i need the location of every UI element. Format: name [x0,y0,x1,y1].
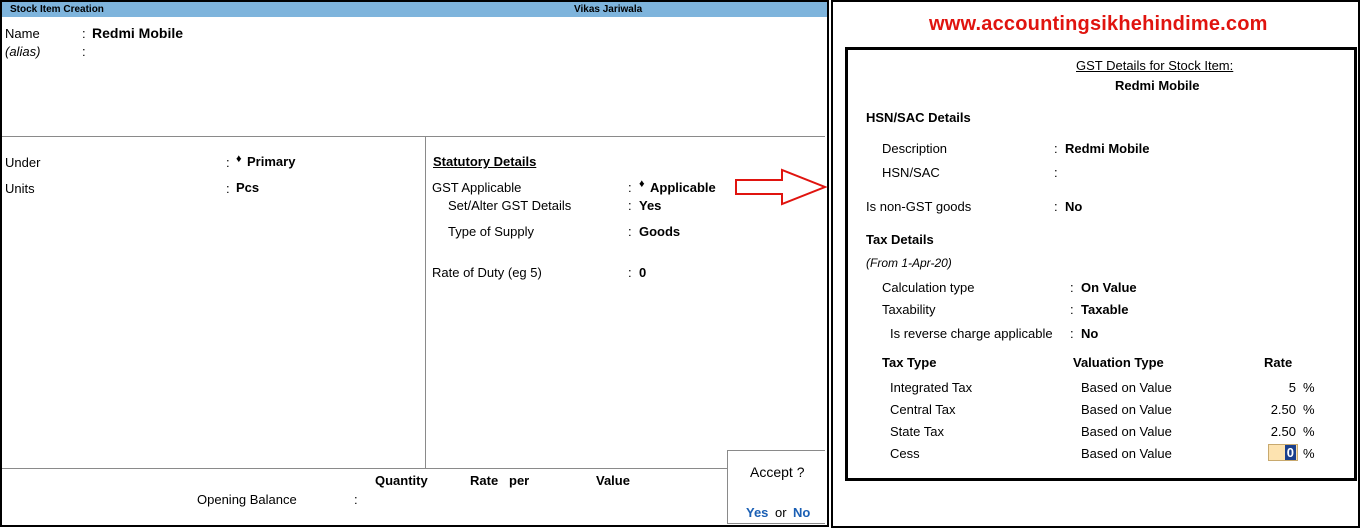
calculation-type-value[interactable]: On Value [1081,280,1137,295]
description-label: Description [882,141,948,156]
alias-input[interactable] [92,44,292,59]
window-titlebar: Stock Item Creation Vikas Jariwala [2,2,827,17]
website-url: www.accountingsikhehindime.com [929,13,1268,35]
opening-balance-label: Opening Balance [197,492,297,507]
reverse-charge-label: Is reverse charge applicable [890,326,1053,341]
gst-applicable-label: GST Applicable [432,180,522,195]
non-gst-goods-label: Is non-GST goods [866,199,972,214]
tax-row-valuation[interactable]: Based on Value [1081,402,1172,417]
taxability-label: Taxability [882,302,936,317]
accept-question: Accept ? [750,464,805,480]
valuation-type-column-header: Valuation Type [1073,355,1164,370]
type-of-supply-label: Type of Supply [448,224,534,239]
opening-balance-sep: : [354,492,358,507]
tax-row-valuation[interactable]: Based on Value [1081,446,1172,461]
cess-rate-input[interactable]: 0 [1268,444,1298,461]
set-alter-gst-value[interactable]: Yes [639,198,661,213]
type-of-supply-value[interactable]: Goods [639,224,680,239]
gst-applicable-value[interactable]: Applicable [650,180,716,195]
calculation-type-label: Calculation type [882,280,975,295]
accept-or-label: or [775,505,787,520]
non-gst-goods-sep: : [1054,199,1058,214]
opening-balance-divider [2,468,727,469]
tax-row-type: State Tax [890,424,944,439]
tax-from-date: (From 1-Apr-20) [866,256,952,270]
accept-no-button[interactable]: No [793,505,810,520]
tax-row-rate[interactable]: 2.50 [1271,402,1296,417]
applicable-diamond-icon: ♦ [639,178,645,190]
taxability-sep: : [1070,302,1074,317]
rate-column-header: Rate [470,473,499,488]
quantity-column-header: Quantity [375,473,428,488]
hsn-sac-section-heading: HSN/SAC Details [866,110,971,125]
hsn-sac-sep: : [1054,165,1058,180]
units-label: Units [5,181,35,196]
primary-diamond-icon: ♦ [236,153,242,165]
tax-details-heading: Tax Details [866,232,934,247]
cess-rate-value: 0 [1284,445,1296,460]
set-alter-gst-label: Set/Alter GST Details [448,198,572,213]
arrow-right-icon [735,168,828,206]
name-sep: : [82,26,86,41]
tax-row-type: Integrated Tax [890,380,973,395]
under-value[interactable]: Primary [247,154,295,169]
per-column-header: per [509,473,530,488]
tax-row-percent: % [1303,446,1315,461]
under-label: Under [5,155,41,170]
tax-row-percent: % [1303,380,1315,395]
type-of-supply-sep: : [628,224,632,239]
tax-row-valuation[interactable]: Based on Value [1081,380,1172,395]
tax-row-rate[interactable]: 2.50 [1271,424,1296,439]
reverse-charge-sep: : [1070,326,1074,341]
tax-row-type: Cess [890,446,920,461]
name-label: Name [5,26,40,41]
hsn-sac-input[interactable] [1065,165,1215,180]
reverse-charge-value[interactable]: No [1081,326,1098,341]
tax-row-percent: % [1303,424,1315,439]
description-sep: : [1054,141,1058,156]
description-value[interactable]: Redmi Mobile [1065,141,1150,156]
tax-row-rate[interactable]: 5 [1289,380,1296,395]
hsn-sac-label: HSN/SAC [882,165,940,180]
rate-of-duty-sep: : [628,265,632,280]
window-title: Stock Item Creation [10,4,104,15]
section-divider [2,136,825,137]
rate-of-duty-label: Rate of Duty (eg 5) [432,265,542,280]
column-divider [425,137,426,468]
company-name: Vikas Jariwala [574,4,643,15]
tax-row-type: Central Tax [890,402,956,417]
units-sep: : [226,181,230,196]
alias-label: (alias) [5,44,41,59]
statutory-details-heading: Statutory Details [433,154,537,169]
name-input[interactable]: Redmi Mobile [92,25,183,41]
gst-applicable-sep: : [628,180,632,195]
rate-column-header: Rate [1264,355,1293,370]
non-gst-goods-value[interactable]: No [1065,199,1082,214]
under-sep: : [226,155,230,170]
alias-sep: : [82,44,86,59]
gst-details-heading: GST Details for Stock Item: [1076,58,1234,73]
tax-type-column-header: Tax Type [882,355,937,370]
taxability-value[interactable]: Taxable [1081,302,1128,317]
calculation-type-sep: : [1070,280,1074,295]
stock-item-creation-window: Stock Item Creation Vikas Jariwala [0,0,829,527]
tax-row-percent: % [1303,402,1315,417]
units-value[interactable]: Pcs [236,180,259,195]
gst-item-name: Redmi Mobile [1115,78,1200,93]
value-column-header: Value [596,473,630,488]
accept-dialog: Accept ? Yes or No [727,450,825,524]
set-alter-gst-sep: : [628,198,632,213]
tax-row-valuation[interactable]: Based on Value [1081,424,1172,439]
accept-yes-button[interactable]: Yes [746,505,768,520]
rate-of-duty-value[interactable]: 0 [639,265,646,280]
